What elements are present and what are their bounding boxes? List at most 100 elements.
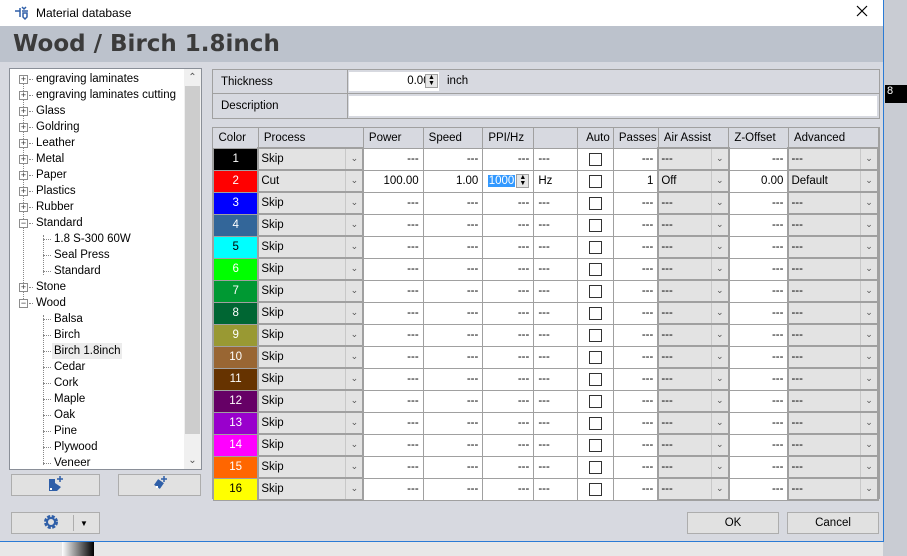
chevron-down-icon[interactable]: ⌄ bbox=[710, 216, 727, 234]
process-select[interactable]: Skip ⌄ bbox=[257, 411, 365, 435]
layer-color-swatch[interactable]: 4 bbox=[213, 213, 259, 237]
ppi-hz-cell[interactable]: --- bbox=[482, 324, 535, 347]
passes-cell[interactable]: --- bbox=[613, 236, 659, 259]
speed-cell[interactable]: --- bbox=[423, 346, 484, 369]
auto-checkbox[interactable] bbox=[588, 218, 602, 232]
auto-checkbox[interactable] bbox=[588, 306, 602, 320]
speed-cell[interactable]: --- bbox=[423, 214, 484, 237]
tree-item[interactable]: 1.8 S-300 60W bbox=[10, 231, 184, 247]
chevron-down-icon[interactable]: ⌄ bbox=[860, 216, 876, 234]
tree-scrollbar[interactable]: ⌃ ⌄ bbox=[184, 69, 201, 469]
layer-color-swatch[interactable]: 3 bbox=[213, 191, 259, 215]
chevron-down-icon[interactable]: ⌄ bbox=[860, 326, 876, 344]
air-assist-select[interactable]: --- ⌄ bbox=[657, 235, 730, 259]
chevron-down-icon[interactable]: ⌄ bbox=[710, 194, 727, 212]
auto-checkbox[interactable] bbox=[588, 372, 602, 386]
passes-cell[interactable]: --- bbox=[613, 456, 659, 479]
layer-color-swatch[interactable]: 12 bbox=[213, 389, 259, 413]
speed-cell[interactable]: --- bbox=[423, 236, 484, 259]
column-header[interactable]: Auto bbox=[577, 128, 614, 149]
column-header[interactable]: Advanced bbox=[788, 128, 879, 149]
layer-color-swatch[interactable]: 15 bbox=[213, 455, 259, 479]
chevron-down-icon[interactable]: ⌄ bbox=[710, 282, 727, 300]
chevron-down-icon[interactable]: ⌄ bbox=[860, 150, 876, 168]
air-assist-select[interactable]: --- ⌄ bbox=[657, 433, 730, 457]
process-select[interactable]: Skip ⌄ bbox=[257, 147, 365, 171]
ppi-hz-cell[interactable]: --- bbox=[482, 192, 535, 215]
tree-item[interactable]: Oak bbox=[10, 407, 184, 423]
column-header[interactable]: Speed bbox=[423, 128, 484, 149]
process-select[interactable]: Skip ⌄ bbox=[257, 301, 365, 325]
ppi-hz-cell[interactable]: --- bbox=[482, 478, 535, 501]
tree-item[interactable]: + Paper bbox=[10, 167, 184, 183]
tree-item[interactable]: + Plastics bbox=[10, 183, 184, 199]
column-header[interactable] bbox=[533, 128, 578, 149]
expand-icon[interactable]: + bbox=[19, 171, 28, 180]
z-offset-cell[interactable]: --- bbox=[728, 302, 789, 325]
chevron-down-icon[interactable]: ⌄ bbox=[710, 150, 727, 168]
air-assist-select[interactable]: --- ⌄ bbox=[657, 477, 730, 501]
air-assist-select[interactable]: --- ⌄ bbox=[657, 191, 730, 215]
passes-cell[interactable]: --- bbox=[613, 258, 659, 281]
ppi-hz-cell[interactable]: --- bbox=[482, 258, 535, 281]
column-header[interactable]: Z-Offset bbox=[728, 128, 789, 149]
auto-checkbox[interactable] bbox=[588, 482, 602, 496]
chevron-down-icon[interactable]: ⌄ bbox=[345, 304, 361, 322]
scroll-down-icon[interactable]: ⌄ bbox=[184, 452, 201, 469]
chevron-down-icon[interactable]: ⌄ bbox=[345, 348, 361, 366]
chevron-down-icon[interactable]: ⌄ bbox=[860, 480, 876, 498]
speed-cell[interactable]: --- bbox=[423, 192, 484, 215]
z-offset-cell[interactable]: --- bbox=[728, 148, 789, 171]
speed-cell[interactable]: --- bbox=[423, 478, 484, 501]
thickness-spinner[interactable]: ▲ ▼ bbox=[425, 74, 438, 88]
chevron-down-icon[interactable]: ⌄ bbox=[345, 172, 361, 190]
speed-cell[interactable]: --- bbox=[423, 258, 484, 281]
chevron-down-icon[interactable]: ⌄ bbox=[710, 436, 727, 454]
auto-cell[interactable] bbox=[577, 258, 614, 281]
passes-cell[interactable]: --- bbox=[613, 412, 659, 435]
passes-cell[interactable]: --- bbox=[613, 368, 659, 391]
auto-cell[interactable] bbox=[577, 324, 614, 347]
chevron-down-icon[interactable]: ⌄ bbox=[345, 238, 361, 256]
process-select[interactable]: Skip ⌄ bbox=[257, 191, 365, 215]
auto-cell[interactable] bbox=[577, 280, 614, 303]
process-select[interactable]: Skip ⌄ bbox=[257, 323, 365, 347]
advanced-select[interactable]: --- ⌄ bbox=[787, 411, 879, 435]
air-assist-select[interactable]: Off ⌄ bbox=[657, 169, 730, 193]
z-offset-cell[interactable]: --- bbox=[728, 478, 789, 501]
chevron-down-icon[interactable]: ⌄ bbox=[710, 260, 727, 278]
expand-icon[interactable]: + bbox=[19, 187, 28, 196]
auto-checkbox[interactable] bbox=[588, 152, 602, 166]
z-offset-cell[interactable]: 0.00 bbox=[728, 170, 789, 193]
speed-cell[interactable]: --- bbox=[423, 324, 484, 347]
speed-cell[interactable]: --- bbox=[423, 368, 484, 391]
ppi-hz-cell[interactable]: --- bbox=[482, 412, 535, 435]
layer-color-swatch[interactable]: 5 bbox=[213, 235, 259, 259]
air-assist-select[interactable]: --- ⌄ bbox=[657, 301, 730, 325]
auto-cell[interactable] bbox=[577, 368, 614, 391]
advanced-select[interactable]: --- ⌄ bbox=[787, 301, 879, 325]
chevron-down-icon[interactable]: ⌄ bbox=[710, 348, 727, 366]
chevron-down-icon[interactable]: ⌄ bbox=[860, 260, 876, 278]
passes-cell[interactable]: --- bbox=[613, 434, 659, 457]
ppi-hz-input[interactable]: 1000 bbox=[487, 175, 516, 188]
tree-item[interactable]: Maple bbox=[10, 391, 184, 407]
auto-checkbox[interactable] bbox=[588, 438, 602, 452]
chevron-down-icon[interactable]: ⌄ bbox=[710, 326, 727, 344]
z-offset-cell[interactable]: --- bbox=[728, 236, 789, 259]
process-select[interactable]: Skip ⌄ bbox=[257, 389, 365, 413]
air-assist-select[interactable]: --- ⌄ bbox=[657, 213, 730, 237]
auto-checkbox[interactable] bbox=[588, 416, 602, 430]
column-header[interactable]: Color bbox=[213, 128, 259, 149]
auto-cell[interactable] bbox=[577, 302, 614, 325]
auto-checkbox[interactable] bbox=[588, 284, 602, 298]
auto-cell[interactable] bbox=[577, 390, 614, 413]
tree-item[interactable]: + Leather bbox=[10, 135, 184, 151]
power-cell[interactable]: --- bbox=[363, 236, 424, 259]
process-select[interactable]: Skip ⌄ bbox=[257, 257, 365, 281]
process-select[interactable]: Skip ⌄ bbox=[257, 235, 365, 259]
chevron-down-icon[interactable]: ⌄ bbox=[710, 172, 727, 190]
layer-color-swatch[interactable]: 8 bbox=[213, 301, 259, 325]
air-assist-select[interactable]: --- ⌄ bbox=[657, 323, 730, 347]
power-cell[interactable]: --- bbox=[363, 302, 424, 325]
